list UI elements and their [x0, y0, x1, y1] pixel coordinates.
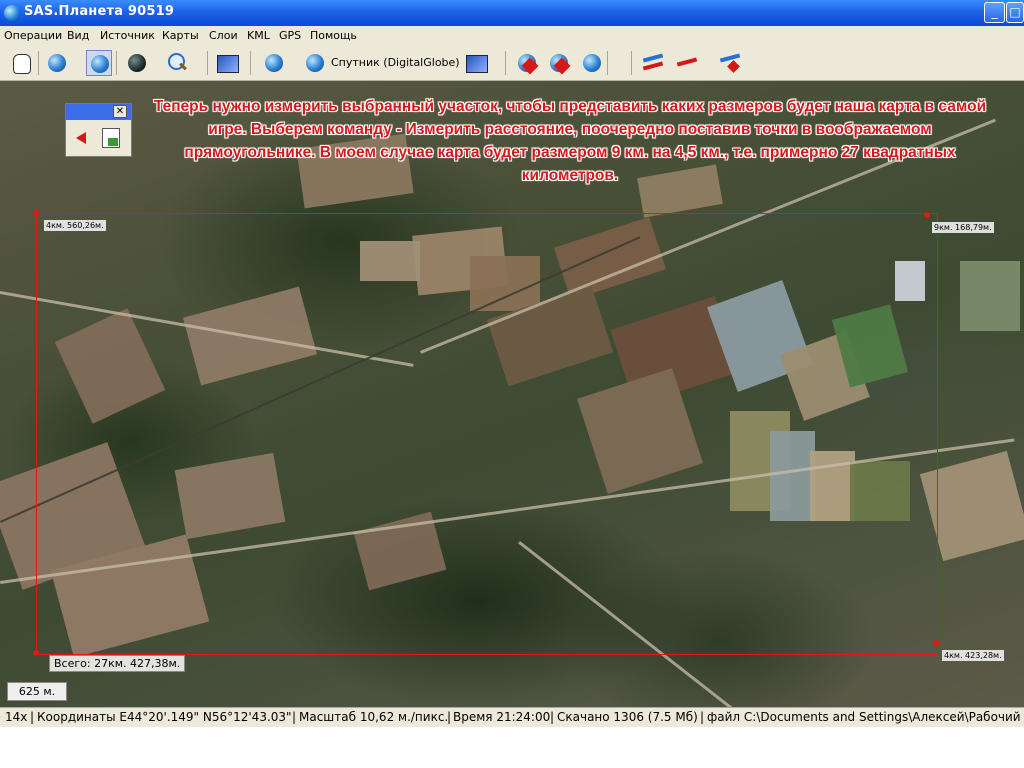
delete-marker-icon[interactable]	[546, 50, 572, 76]
map-view[interactable]: 4км. 560,26м. 9км. 168,79м. 4км. 423,28м…	[0, 81, 1024, 707]
menu-kml[interactable]: KML	[247, 29, 270, 42]
toolbar: Спутник (DigitalGlobe)	[0, 46, 1024, 110]
line-measure-icon[interactable]	[640, 50, 666, 76]
measure-point[interactable]	[933, 640, 939, 646]
map-source-label[interactable]: Спутник (DigitalGlobe)	[331, 56, 460, 69]
globe-blue-icon[interactable]	[261, 50, 287, 76]
status-file: файл C:\Documents and Settings\Алексей\Р…	[707, 710, 1021, 724]
menu-bar: Операции Вид Источник Карты Слои KML GPS…	[0, 26, 1024, 46]
total-distance-label: Всего: 27км. 427,38м.	[49, 655, 186, 672]
menu-layers[interactable]: Слои	[209, 29, 238, 42]
maximize-button[interactable]: □	[1006, 2, 1024, 23]
polygon-icon[interactable]	[674, 50, 700, 76]
measure-point[interactable]	[33, 210, 39, 216]
desktop-background	[0, 727, 1024, 768]
distance-label-bottom-right: 4км. 423,28м.	[942, 650, 1004, 661]
menu-view[interactable]: Вид	[67, 29, 89, 42]
window-title: SAS.Планета 90519	[24, 4, 175, 19]
menu-gps[interactable]: GPS	[279, 29, 301, 42]
dark-globe-icon[interactable]	[124, 50, 150, 76]
satellite-source-icon[interactable]	[302, 50, 328, 76]
status-scale: Масштаб 10,62 м./пикс.	[299, 710, 449, 724]
close-icon[interactable]: ✕	[113, 105, 127, 118]
mini-navigation-panel: ✕	[65, 103, 132, 157]
layers-icon[interactable]	[463, 50, 489, 76]
measure-point[interactable]	[33, 650, 39, 656]
distance-label-top-right: 9км. 168,79м.	[932, 222, 994, 233]
menu-maps[interactable]: Карты	[162, 29, 199, 42]
menu-source[interactable]: Источник	[100, 29, 155, 42]
delete-path-icon[interactable]	[717, 50, 743, 76]
app-globe-icon	[4, 5, 20, 21]
menu-operations[interactable]: Операции	[4, 29, 62, 42]
measure-point[interactable]	[924, 212, 930, 218]
zoom-icon[interactable]	[164, 50, 190, 76]
minimize-button[interactable]: _	[984, 2, 1005, 23]
refresh-icon[interactable]	[579, 50, 605, 76]
status-coordinates: Координаты E44°20'.149" N56°12'43.03"	[37, 710, 292, 724]
settings-globe-icon[interactable]	[44, 50, 70, 76]
title-bar: SAS.Планета 90519 _ □	[0, 0, 1024, 26]
status-zoom: 14x	[5, 710, 28, 724]
status-downloaded: Скачано 1306 (7.5 Мб)	[557, 710, 698, 724]
status-bar: 14x | Координаты E44°20'.149" N56°12'43.…	[0, 707, 1024, 728]
marker-icon[interactable]	[514, 50, 540, 76]
distance-label-top-left: 4км. 560,26м.	[44, 220, 106, 231]
back-arrow-icon[interactable]	[76, 132, 86, 144]
menu-help[interactable]: Помощь	[310, 29, 357, 42]
measure-rectangle	[36, 213, 938, 655]
annotation-text: Теперь нужно измерить выбранный участок,…	[153, 98, 987, 184]
globe-active-icon[interactable]	[86, 50, 112, 76]
status-time: Время 21:24:00	[453, 710, 551, 724]
hand-icon[interactable]	[8, 50, 34, 76]
map-image-icon[interactable]	[214, 50, 240, 76]
scale-bar: 625 м.	[7, 682, 67, 701]
